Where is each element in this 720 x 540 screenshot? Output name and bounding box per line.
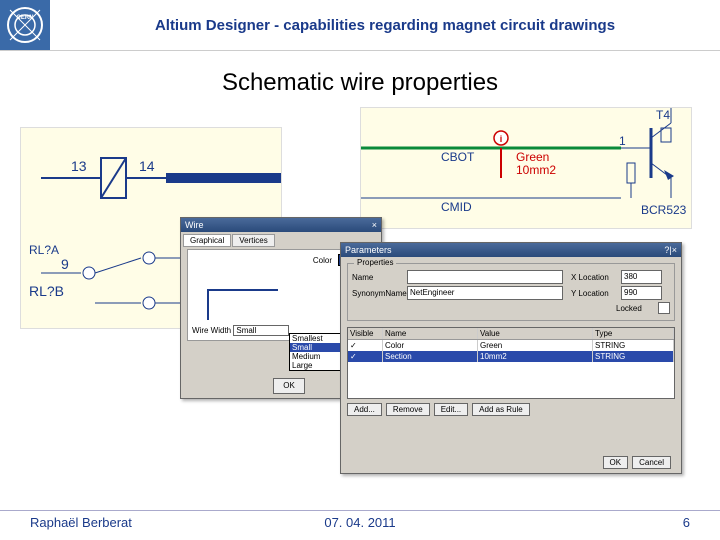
pin-14: 14	[139, 158, 155, 174]
cern-logo: CERN	[0, 0, 50, 50]
locked-checkbox[interactable]	[658, 302, 670, 314]
col-value[interactable]: Value	[478, 328, 593, 339]
wire-width-options: Smallest Small Medium Large	[289, 333, 341, 371]
content-area: RL?A RL?B 13 14 9 i CBOT CMID Green 1	[0, 107, 720, 487]
ok-button[interactable]: OK	[273, 378, 305, 394]
opt-smallest[interactable]: Smallest	[290, 334, 340, 343]
params-dialog-title: Parameters	[345, 245, 392, 255]
group-properties: Properties	[354, 258, 396, 267]
wire-width-dropdown[interactable]: Small	[233, 325, 289, 336]
footer-page: 6	[683, 515, 690, 530]
name-label: Name	[352, 273, 407, 282]
pin-9: 9	[61, 256, 69, 272]
opt-small[interactable]: Small	[290, 343, 340, 352]
slide-subtitle: Schematic wire properties	[0, 69, 720, 97]
col-name[interactable]: Name	[383, 328, 478, 339]
wire-dialog-title: Wire	[185, 220, 204, 230]
close-icon[interactable]: ×	[372, 220, 377, 230]
net-cbot: CBOT	[441, 150, 474, 164]
table-row[interactable]: ✓ Section 10mm2 STRING	[348, 351, 674, 362]
opt-medium[interactable]: Medium	[290, 352, 340, 361]
footer-date: 07. 04. 2011	[324, 515, 395, 530]
wire-width-label: Wire Width	[192, 326, 231, 335]
name-input[interactable]	[407, 270, 563, 284]
edit-button[interactable]: Edit...	[434, 403, 468, 416]
schematic-right: i CBOT CMID Green 10mm2 T4 1 BCR523	[360, 107, 692, 229]
ok-button[interactable]: OK	[603, 456, 629, 469]
add-rule-button[interactable]: Add as Rule	[472, 403, 530, 416]
net-cmid: CMID	[441, 200, 472, 214]
pin-1: 1	[619, 134, 626, 148]
parameters-dialog: Parameters ?|× Properties Name X Locatio…	[340, 242, 682, 474]
ref-t4: T4	[656, 108, 670, 122]
color-label: Color	[313, 256, 332, 265]
yloc-label: Y Location	[571, 289, 621, 298]
remove-button[interactable]: Remove	[386, 403, 430, 416]
ref-a: RL?A	[29, 243, 59, 257]
svg-text:i: i	[500, 134, 503, 144]
ref-b: RL?B	[29, 283, 64, 299]
yloc-input[interactable]: 990	[621, 286, 662, 300]
params-table: Visible Name Value Type ✓ Color Green ST…	[347, 327, 675, 399]
xloc-label: X Location	[571, 273, 621, 282]
wire-color: Green	[516, 150, 549, 164]
svg-text:CERN: CERN	[16, 15, 33, 21]
table-row[interactable]: ✓ Color Green STRING	[348, 340, 674, 351]
tab-vertices[interactable]: Vertices	[232, 234, 274, 247]
add-button[interactable]: Add...	[347, 403, 382, 416]
pin-13: 13	[71, 158, 87, 174]
close-icon[interactable]: ?|×	[664, 245, 677, 255]
col-type[interactable]: Type	[593, 328, 674, 339]
opt-large[interactable]: Large	[290, 361, 340, 370]
footer-author: Raphaël Berberat	[30, 515, 132, 530]
syn-label: SynonymName	[352, 289, 407, 298]
wire-section: 10mm2	[516, 163, 556, 177]
xloc-input[interactable]: 380	[621, 270, 662, 284]
slide-title: Altium Designer - capabilities regarding…	[50, 17, 720, 34]
syn-input[interactable]: NetEngineer	[407, 286, 563, 300]
locked-label: Locked	[616, 304, 656, 313]
tab-graphical[interactable]: Graphical	[183, 234, 231, 247]
cancel-button[interactable]: Cancel	[632, 456, 671, 469]
part-bcr: BCR523	[641, 203, 686, 217]
col-visible[interactable]: Visible	[348, 328, 383, 339]
